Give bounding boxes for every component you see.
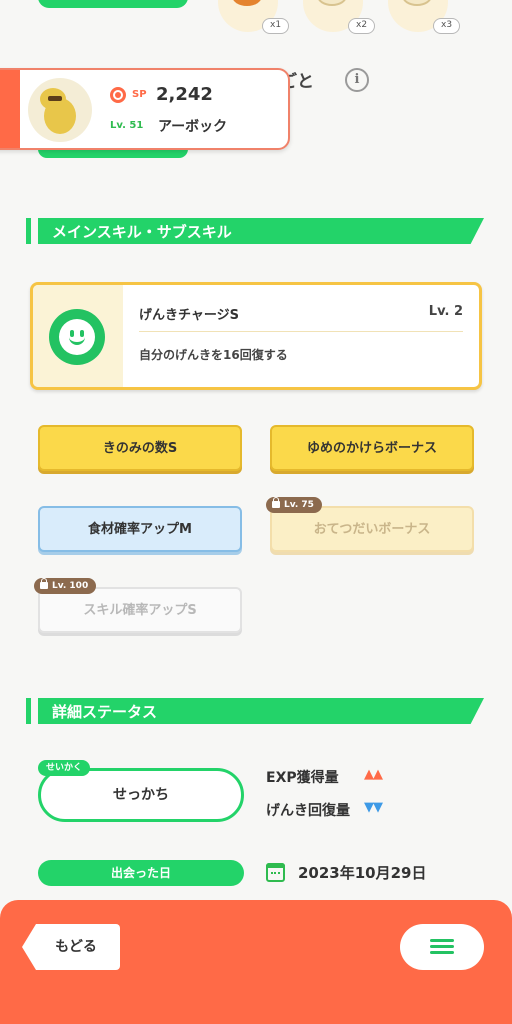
calendar-icon xyxy=(266,863,285,882)
section-header-details: 詳細ステータス xyxy=(26,698,484,724)
main-skill-level: Lv. 2 xyxy=(428,304,463,319)
pokemon-card: SP 2,242 Lv. 51 アーボック xyxy=(0,68,290,150)
back-button[interactable]: もどる xyxy=(22,924,120,970)
sp-value: 2,242 xyxy=(156,84,213,105)
down-arrows-icon: ▼▼ xyxy=(364,800,383,815)
up-arrows-icon: ▲▲ xyxy=(364,767,383,782)
pokemon-level: Lv. 51 xyxy=(110,120,144,131)
sp-icon xyxy=(110,87,126,103)
food-quantity: x1 xyxy=(262,18,290,34)
partial-green-pill xyxy=(38,0,188,8)
main-skill-name: げんきチャージS xyxy=(139,308,239,323)
food-quantity: x2 xyxy=(348,18,376,34)
divider xyxy=(139,331,463,332)
pokemon-avatar xyxy=(28,78,92,142)
stat-exp-label: EXP獲得量 xyxy=(266,770,339,786)
card-accent-stripe xyxy=(0,70,20,148)
section-header-skills: メインスキル・サブスキル xyxy=(26,218,484,244)
lock-level-tag: Lv. 75 xyxy=(266,497,322,513)
stat-energy-label: げんき回復量 xyxy=(266,803,350,819)
sub-skill-button[interactable]: きのみの数S xyxy=(38,425,242,471)
food-quantity: x3 xyxy=(433,18,461,34)
section-title: 詳細ステータス xyxy=(52,703,158,721)
main-skill-description: 自分のげんきを16回復する xyxy=(139,348,288,362)
nature-tag: せいかく xyxy=(38,760,91,776)
info-icon[interactable]: i xyxy=(345,68,369,92)
lock-icon xyxy=(272,497,280,508)
pokemon-name: アーボック xyxy=(158,119,228,135)
sub-skill-button[interactable]: 食材確率アップM xyxy=(38,506,242,552)
lock-level-tag: Lv. 100 xyxy=(34,578,97,594)
met-date-value: 2023年10月29日 xyxy=(298,864,427,882)
lock-icon xyxy=(40,578,48,589)
menu-button[interactable] xyxy=(400,924,484,970)
sp-label: SP xyxy=(132,89,147,100)
main-skill-card[interactable]: げんきチャージS Lv. 2 自分のげんきを16回復する xyxy=(30,282,482,390)
sub-skill-button[interactable]: ゆめのかけらボーナス xyxy=(270,425,474,471)
smiley-icon xyxy=(49,309,105,365)
met-date-label: 出会った日 xyxy=(38,860,244,886)
nature-box[interactable]: せっかち xyxy=(38,768,244,822)
section-title: メインスキル・サブスキル xyxy=(52,223,232,241)
